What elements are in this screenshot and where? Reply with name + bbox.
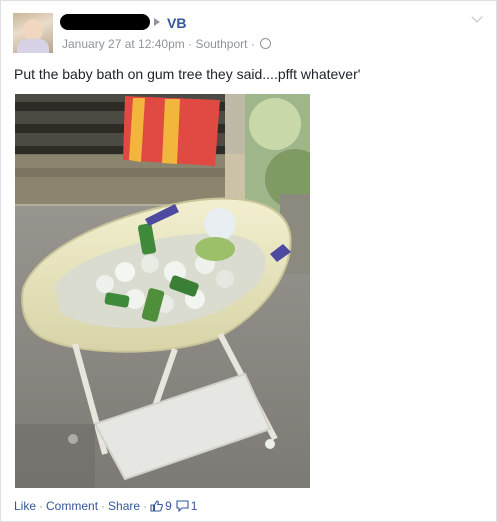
chevron-down-icon[interactable] — [471, 11, 483, 23]
comment-count[interactable]: 1 — [191, 499, 198, 513]
post-target-link[interactable]: VB — [167, 15, 186, 31]
arrow-right-icon — [154, 18, 160, 26]
meta-separator: · — [250, 37, 255, 51]
avatar[interactable] — [13, 13, 53, 53]
post-actions: Like · Comment · Share · 9 1 — [14, 499, 197, 515]
avatar-body — [17, 39, 49, 53]
post-photo[interactable] — [15, 94, 310, 488]
post-text: Put the baby bath on gum tree they said.… — [14, 66, 361, 82]
like-link[interactable]: Like — [14, 499, 36, 513]
comment-link[interactable]: Comment — [46, 499, 98, 513]
post-card: VB January 27 at 12:40pm · Southport · P… — [0, 0, 497, 522]
action-separator: · — [101, 499, 106, 513]
avatar-face — [23, 19, 43, 41]
post-meta: January 27 at 12:40pm · Southport · — [62, 37, 272, 51]
photo-illustration — [15, 94, 310, 488]
share-link[interactable]: Share — [108, 499, 140, 513]
redacted-author-name — [60, 14, 150, 30]
action-separator: · — [143, 499, 148, 513]
meta-separator: · — [188, 37, 193, 51]
globe-icon[interactable] — [260, 38, 272, 49]
thumbs-up-icon[interactable] — [150, 500, 164, 515]
post-timestamp[interactable]: January 27 at 12:40pm — [62, 37, 185, 51]
like-count[interactable]: 9 — [165, 499, 172, 513]
action-separator: · — [39, 499, 44, 513]
speech-bubble-icon[interactable] — [176, 500, 189, 515]
post-location[interactable]: Southport — [195, 37, 247, 51]
